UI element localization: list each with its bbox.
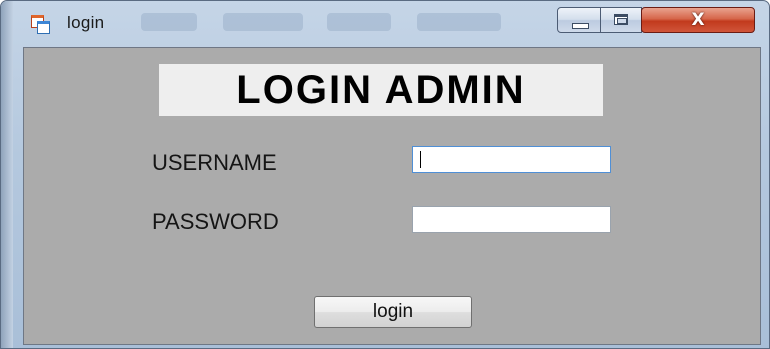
window-left-border [1,1,13,348]
windows-form-icon [31,15,50,34]
username-field[interactable] [412,146,611,173]
window-title: login [67,13,105,32]
maximize-button[interactable] [600,7,642,33]
heading-panel: LOGIN ADMIN [159,64,603,116]
blurred-background-menu [417,13,501,31]
close-icon: X [691,10,705,30]
password-field[interactable] [412,206,611,233]
password-label: PASSWORD [152,209,279,234]
form-client-area: LOGIN ADMIN USERNAME PASSWORD login [23,47,761,345]
close-button[interactable]: X [641,7,755,33]
title-bar[interactable]: login X [1,1,769,47]
username-label: USERNAME [152,150,277,175]
caption-buttons: X [557,7,767,35]
minimize-icon [572,23,589,29]
login-button[interactable]: login [314,296,472,328]
login-window: login X LOGIN ADMIN USERNAME PASSWORD lo… [0,0,770,349]
text-cursor [420,151,421,168]
maximize-icon [614,14,628,25]
blurred-background-menu [327,13,391,31]
blurred-background-menu [223,13,303,31]
page-title: LOGIN ADMIN [236,68,526,112]
minimize-button[interactable] [557,7,601,33]
blurred-background-menu [141,13,197,31]
